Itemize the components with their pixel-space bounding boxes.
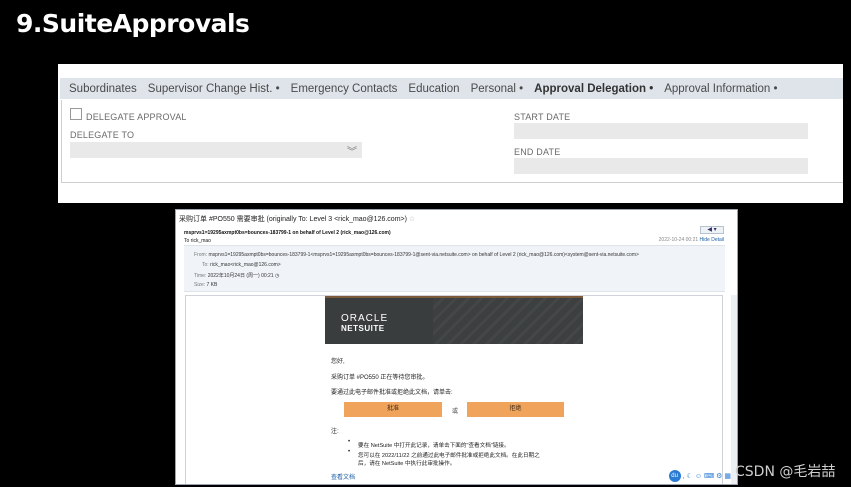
details-time-value: 2022年10月24日 (周一) 00:21 (207, 273, 274, 279)
tab-approval-information[interactable]: Approval Information • (664, 83, 777, 95)
email-subject-text: 采购订单 #PO550 需要审批 (originally To: Level 3… (179, 216, 407, 223)
comma-icon[interactable]: , (683, 473, 685, 480)
star-icon[interactable]: ☆ (409, 216, 415, 223)
tab-subordinates[interactable]: Subordinates (69, 83, 137, 95)
keyboard-icon[interactable]: ⌨ (704, 472, 714, 480)
reply-nav-buttons[interactable]: ◀ ▾ (700, 226, 724, 234)
body-line-2: 要通过此电子邮件批准或拒绝此文档，请单击: (331, 390, 453, 396)
details-from-label: From: (194, 252, 208, 258)
delegate-approval-label: DELEGATE APPROVAL (86, 112, 187, 122)
delegate-to-label: DELEGATE TO (70, 130, 135, 140)
approval-delegation-form: DELEGATE APPROVAL DELEGATE TO ︾ START DA… (61, 100, 843, 183)
tool-icon[interactable]: ⚙ (716, 472, 722, 480)
greeting: 您好, (331, 359, 345, 365)
start-date-label: START DATE (514, 112, 571, 122)
reject-button[interactable]: 拒绝 (467, 402, 564, 417)
clock-icon: ◷ (274, 273, 280, 279)
view-document-link[interactable]: 查看文档 (331, 472, 355, 481)
moon-icon[interactable]: ☾ (687, 472, 693, 480)
banner-pattern (433, 298, 583, 344)
hide-detail-link[interactable]: Hide Detail (700, 237, 724, 243)
note-item-2a: 您可以在 2022/11/22 之前通过此电子邮件批准或拒绝此文档。在此日期之 (358, 453, 540, 459)
delegate-to-select[interactable]: ︾ (70, 142, 362, 158)
grid-icon[interactable]: ▦ (724, 472, 731, 480)
double-chevron-down-icon[interactable]: ︾ (347, 143, 357, 158)
start-date-field[interactable] (514, 123, 808, 139)
emoji-icon[interactable]: ☺ (695, 473, 702, 480)
body-line-1: 采购订单 #PO550 正在等待您审批。 (331, 375, 429, 381)
slide-title: 9.SuiteApprovals (16, 9, 250, 38)
details-to-label: To: (202, 262, 209, 268)
netsuite-logo-text: NETSUITE (341, 324, 385, 333)
details-time-row: Time: 2022年10月24日 (周一) 00:21 ◷ (194, 272, 279, 279)
email-date: 2022-10-24 00:21 (658, 237, 699, 243)
note-label: 注: (331, 429, 339, 435)
delegate-approval-checkbox[interactable] (70, 108, 82, 120)
details-size-row: Size: 7 KB (194, 282, 217, 288)
email-header-from: msprvs1=19295axmpt0bs=bounces-183799-1 o… (184, 230, 391, 236)
tab-emergency-contacts[interactable]: Emergency Contacts (291, 83, 398, 95)
tab-supervisor-change-hist[interactable]: Supervisor Change Hist. • (148, 83, 280, 95)
details-from-row: From: msprvs1=19295axmpt0bs=bounces-1837… (194, 252, 639, 258)
details-from-value: msprvs1=19295axmpt0bs=bounces-183799-1<m… (208, 252, 639, 258)
tab-approval-delegation[interactable]: Approval Delegation • (534, 83, 653, 95)
vertical-scrollbar[interactable] (731, 295, 737, 484)
details-to-row: To: rick_mao<rick_mao@126.com> (202, 262, 281, 268)
or-label: 或 (452, 409, 459, 415)
details-to-value: rick_mao<rick_mao@126.com> (210, 262, 281, 268)
end-date-label: END DATE (514, 147, 561, 157)
email-body: ORACLE NETSUITE 您好, 采购订单 #PO550 正在等待您审批。… (185, 295, 723, 484)
subtab-bar: Subordinates Supervisor Change Hist. • E… (60, 78, 843, 99)
details-time-label: Time: (194, 273, 207, 279)
du-input-icon[interactable]: du (668, 470, 681, 482)
details-size-label: Size: (194, 282, 206, 288)
oracle-netsuite-banner: ORACLE NETSUITE (325, 296, 583, 344)
end-date-field[interactable] (514, 158, 808, 174)
email-date-row: 2022-10-24 00:21 Hide Detail (659, 237, 724, 243)
oracle-logo-text: ORACLE (341, 313, 389, 324)
email-header-to: To rick_mao (184, 238, 211, 244)
approval-email-window: 采购订单 #PO550 需要审批 (originally To: Level 3… (175, 209, 738, 485)
details-size-value: 7 KB (206, 282, 218, 288)
approve-button[interactable]: 批准 (344, 402, 442, 417)
email-details-box: From: msprvs1=19295axmpt0bs=bounces-1837… (184, 245, 725, 292)
tab-education[interactable]: Education (408, 83, 459, 95)
netsuite-form-panel: Subordinates Supervisor Change Hist. • E… (58, 64, 843, 203)
csdn-watermark: CSDN @毛岩喆 (735, 464, 836, 480)
system-tray-icons: du , ☾ ☺ ⌨ ⚙ ▦ (668, 470, 731, 482)
bullet-icon: • (348, 449, 351, 455)
note-item-2b: 后，请在 NetSuite 中执行此审批操作。 (358, 461, 456, 467)
email-subject: 采购订单 #PO550 需要审批 (originally To: Level 3… (179, 214, 415, 224)
note-item-1: 要在 NetSuite 中打开此记录，请单击下面的"查看文档"链接。 (358, 443, 510, 449)
bullet-icon: • (348, 439, 351, 445)
tab-personal[interactable]: Personal • (471, 83, 524, 95)
